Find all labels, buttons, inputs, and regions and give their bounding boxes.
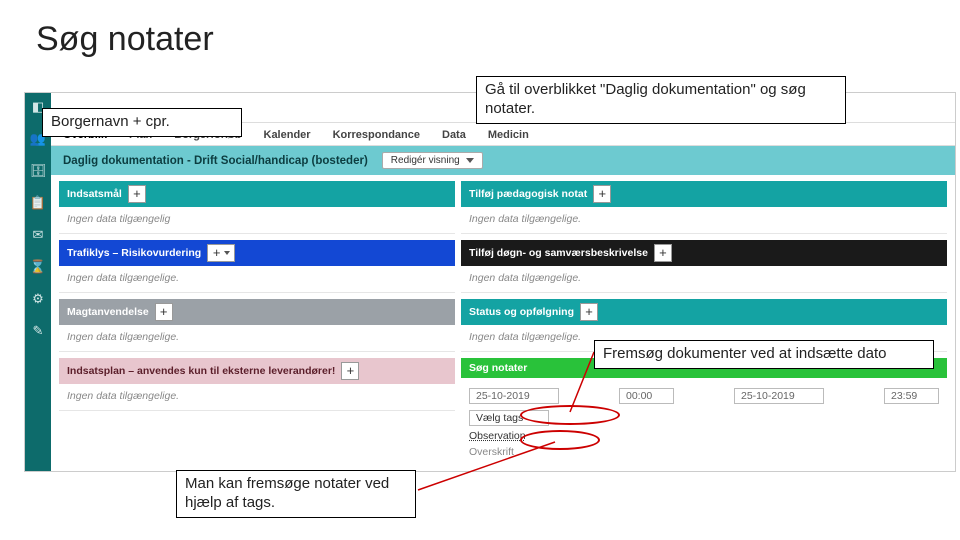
card-indsatsplan-header: Indsatsplan – anvendes kun til eksterne … [59,358,455,384]
card-body: Ingen data tilgængelige. [59,325,455,352]
add-button[interactable]: + [580,303,598,321]
right-column: Tilføj pædagogisk notat + Ingen data til… [461,181,947,471]
card-title: Trafiklys – Risikovurdering [67,247,201,259]
tags-select[interactable]: Vælg tags [469,410,549,426]
card-title: Indsatsmål [67,188,122,200]
card-title: Tilføj døgn- og samværsbeskrivelse [469,247,648,259]
card-dogn-header: Tilføj døgn- og samværsbeskrivelse + [461,240,947,266]
to-time-input[interactable]: 23:59 [884,388,939,404]
search-body: 25-10-2019 00:00 25-10-2019 23:59 Vælg t… [461,378,947,466]
observation-filter[interactable]: Observation [469,430,939,442]
add-dropdown-button[interactable]: + [207,244,235,262]
edit-view-button[interactable]: Redigér visning [382,152,483,169]
card-indsatsmal-header: Indsatsmål + [59,181,455,207]
callout-overblik: Gå til overblikket "Daglig dokumentation… [476,76,846,124]
callout-dato: Fremsøg dokumenter ved at indsætte dato [594,340,934,369]
left-rail: ◧ 👥 🗄 📋 ✉ ⌛ ⚙ ✎ [25,93,51,471]
card-title: Status og opfølgning [469,306,574,318]
tab-data[interactable]: Data [442,129,466,141]
card-body: Ingen data tilgængelige. [59,266,455,293]
to-date-input[interactable]: 25-10-2019 [734,388,824,404]
card-body: Ingen data tilgængelige. [59,384,455,411]
card-magt-header: Magtanvendelse + [59,299,455,325]
briefcase-icon[interactable]: 🗄 [30,163,46,179]
view-title: Daglig dokumentation - Drift Social/hand… [63,155,368,167]
edit-icon[interactable]: ✎ [30,323,46,339]
overskrift-label: Overskrift [469,446,939,458]
add-button[interactable]: + [654,244,672,262]
card-title: Magtanvendelse [67,306,149,318]
callout-borgernavn: Borgernavn + cpr. [42,108,242,137]
settings-icon[interactable]: ⚙ [30,291,46,307]
add-button[interactable]: + [341,362,359,380]
card-title: Tilføj pædagogisk notat [469,188,587,200]
app-window: ◧ 👥 🗄 📋 ✉ ⌛ ⚙ ✎ Overblik Plan Borgerforl… [24,92,956,472]
card-title: Indsatsplan – anvendes kun til eksterne … [67,365,335,377]
card-trafiklys-header: Trafiklys – Risikovurdering + [59,240,455,266]
left-column: Indsatsmål + Ingen data tilgængelig Traf… [59,181,455,471]
add-button[interactable]: + [593,185,611,203]
card-body: Ingen data tilgængelige. [461,207,947,234]
add-button[interactable]: + [128,185,146,203]
mail-icon[interactable]: ✉ [30,227,46,243]
card-paed-notat-header: Tilføj pædagogisk notat + [461,181,947,207]
card-body: Ingen data tilgængelige. [461,266,947,293]
card-body: Ingen data tilgængelig [59,207,455,234]
view-header: Daglig dokumentation - Drift Social/hand… [51,146,955,175]
page-title: Søg notater [36,20,214,59]
card-status-header: Status og opfølgning + [461,299,947,325]
tab-korrespondance[interactable]: Korrespondance [333,129,420,141]
tab-medicin[interactable]: Medicin [488,129,529,141]
hourglass-icon[interactable]: ⌛ [30,259,46,275]
add-button[interactable]: + [155,303,173,321]
clipboard-icon[interactable]: 📋 [30,195,46,211]
tab-kalender[interactable]: Kalender [264,129,311,141]
from-date-input[interactable]: 25-10-2019 [469,388,559,404]
from-time-input[interactable]: 00:00 [619,388,674,404]
card-title: Søg notater [469,362,527,374]
callout-tags: Man kan fremsøge notater ved hjælp af ta… [176,470,416,518]
main-area: Overblik Plan Borgerforløb Kalender Korr… [51,93,955,471]
